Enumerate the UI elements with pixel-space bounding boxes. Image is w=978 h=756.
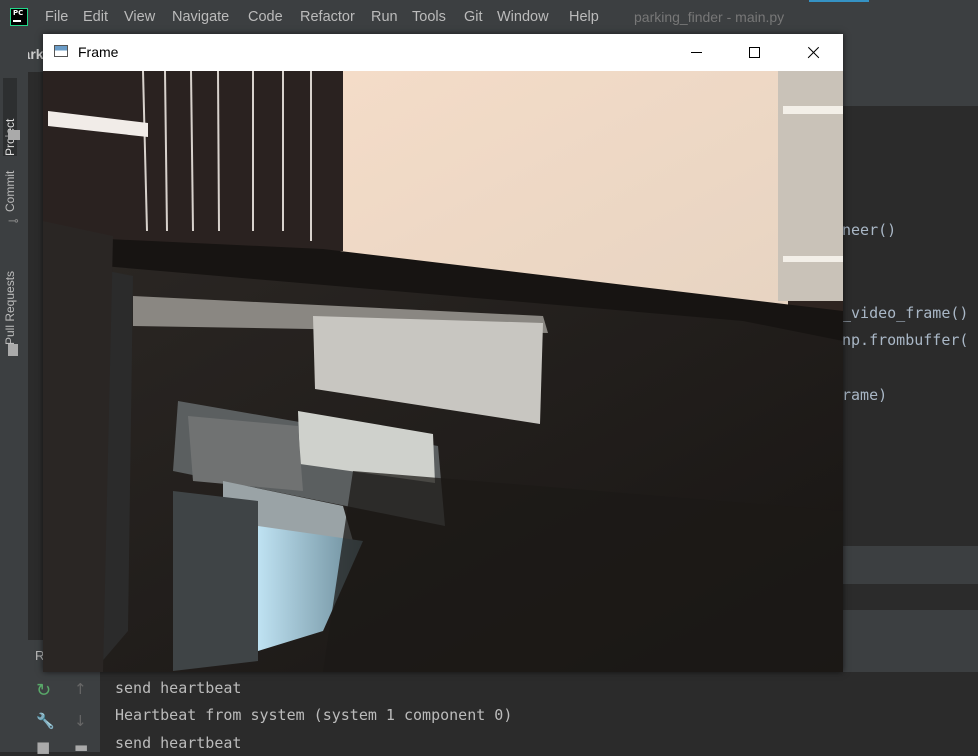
tab-pull-requests[interactable]: Pull Requests (3, 261, 17, 345)
menu-tools[interactable]: Tools (412, 9, 446, 25)
menu-git[interactable]: Git (464, 9, 483, 25)
menu-help[interactable]: Help (569, 9, 599, 25)
menu-refactor[interactable]: Refactor (300, 9, 355, 25)
console-line: Heartbeat from system (system 1 componen… (115, 706, 513, 724)
minimize-icon (691, 52, 702, 53)
menu-file[interactable]: File (45, 9, 68, 25)
code-line: neer() (842, 221, 897, 239)
console-line: send heartbeat (115, 679, 242, 697)
arrow-down-icon[interactable]: ↓ (74, 712, 87, 730)
stop-icon[interactable]: ■ (36, 738, 50, 756)
left-tool-strip: Project Commit ⊸ Pull Requests (0, 36, 28, 752)
pull-request-icon (8, 344, 18, 356)
editor-bottom-strip (842, 546, 978, 584)
minimize-button[interactable] (668, 34, 726, 71)
maximize-icon (749, 47, 760, 58)
code-line: rame) (842, 386, 888, 404)
menu-navigate[interactable]: Navigate (172, 9, 229, 25)
tab-commit[interactable]: Commit (3, 166, 17, 212)
panel-divider (842, 610, 978, 640)
ide-window-title: parking_finder - main.py (634, 9, 785, 25)
run-toolbar: ↻ ↑ 🔧 ↓ ■ ▬ (28, 672, 100, 756)
camera-image (43, 71, 843, 672)
menu-code[interactable]: Code (248, 9, 283, 25)
opencv-window-icon (54, 45, 68, 57)
frame-window[interactable]: Frame (43, 34, 843, 672)
webcam-video-frame (43, 71, 843, 672)
commit-icon: ⊸ (8, 214, 19, 229)
wrench-icon[interactable]: 🔧 (36, 712, 55, 730)
folder-icon (8, 130, 20, 140)
menu-run[interactable]: Run (371, 9, 398, 25)
rerun-icon[interactable]: ↻ (36, 680, 51, 701)
code-editor[interactable] (842, 106, 978, 546)
console-line: send heartbeat (115, 734, 242, 752)
editor-tabs-strip (842, 72, 978, 106)
menu-edit[interactable]: Edit (83, 9, 108, 25)
frame-title: Frame (78, 44, 119, 60)
close-button[interactable] (784, 34, 842, 71)
code-line: _video_frame() (842, 304, 969, 322)
menu-window[interactable]: Window (497, 9, 549, 25)
titlebar-accent (809, 0, 869, 2)
ide-menubar: PC File Edit View Navigate Code Refactor… (0, 0, 978, 36)
menu-view[interactable]: View (124, 9, 155, 25)
pycharm-logo-icon[interactable]: PC (10, 8, 28, 26)
soft-wrap-icon[interactable]: ▬ (74, 738, 88, 756)
tab-project[interactable]: Project (3, 78, 17, 156)
frame-titlebar[interactable]: Frame (43, 34, 843, 71)
maximize-button[interactable] (726, 34, 784, 71)
code-line: np.frombuffer( (842, 331, 969, 349)
arrow-up-icon[interactable]: ↑ (74, 680, 87, 698)
